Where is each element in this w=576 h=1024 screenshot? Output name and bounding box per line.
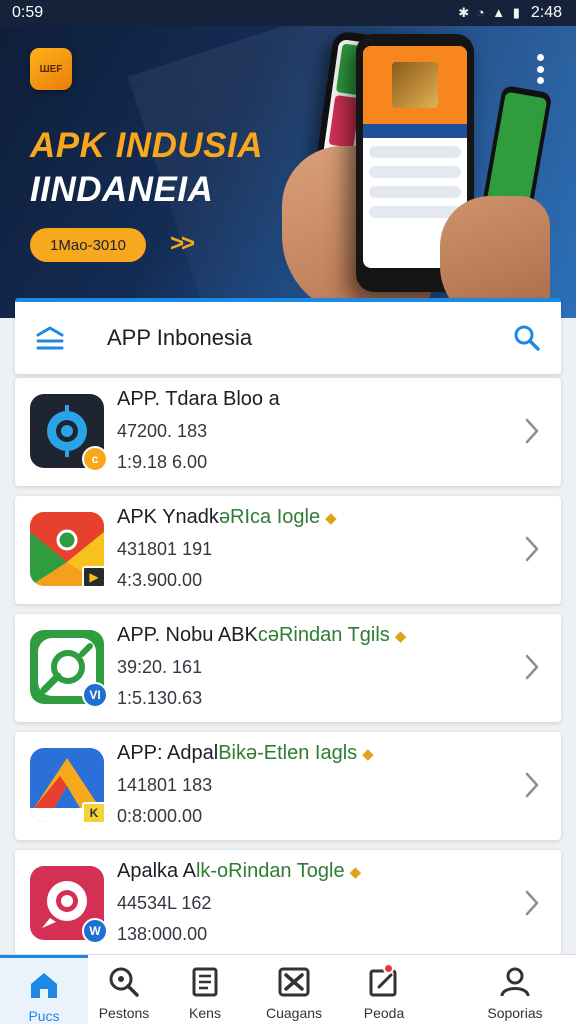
- app-stat-line-2: 1:9.18 6.00: [117, 452, 208, 472]
- app-stat-line-2: 138:000.00: [117, 924, 208, 944]
- app-badge: K: [82, 802, 106, 824]
- app-list-item[interactable]: W Apalka Alk-oRindan Togle ◆ 44534L 162 1…: [15, 850, 561, 958]
- chevron-right-icon[interactable]: [523, 534, 541, 564]
- status-right: ✱ ◔ ▲ ▮ 2:48: [458, 4, 562, 22]
- notification-dot: [383, 963, 394, 974]
- chevron-right-icon[interactable]: [523, 888, 541, 918]
- search-header: APP Inbonesia: [15, 298, 561, 374]
- status-icons: ✱ ◔ ▲ ▮: [458, 5, 522, 20]
- app-list-item[interactable]: ▶ APK YnadkəRIca Iogle ◆ 431801 191 4:3.9…: [15, 496, 561, 604]
- app-icon: c: [30, 394, 108, 472]
- app-badge: VI: [82, 682, 108, 708]
- menu-icon[interactable]: [35, 324, 65, 352]
- home-icon: [31, 973, 57, 998]
- search-icon: [109, 967, 139, 997]
- nav-item-home[interactable]: Pucs: [0, 955, 88, 1024]
- banner-subtitle: IINDANEIA: [30, 170, 214, 209]
- nav-label: Peoda: [363, 1005, 405, 1021]
- app-name: APP. Tdara Bloo a: [117, 388, 280, 410]
- banner-arrows-icon[interactable]: >>: [170, 230, 195, 258]
- app-name: Apalka Alk-oRindan Togle ◆: [117, 860, 362, 882]
- app-stat-line-1: 431801 191: [117, 539, 213, 559]
- header-title: APP Inbonesia: [107, 325, 253, 350]
- app-stat-line-1: 44534L 162: [117, 893, 212, 913]
- verified-icon: ◆: [362, 746, 374, 763]
- app-list-item[interactable]: c APP. Tdara Bloo a 47200. 183 1:9.18 6.…: [15, 378, 561, 486]
- app-name: APP: AdpalBikə-Etlen Iagls ◆: [117, 742, 374, 764]
- nav-item-tools[interactable]: Cuagans: [254, 955, 334, 1024]
- verified-icon: ◆: [349, 864, 362, 881]
- status-bar: 0:59 ✱ ◔ ▲ ▮ 2:48: [0, 0, 576, 26]
- nav-item-list[interactable]: Kens: [168, 955, 242, 1024]
- chevron-right-icon[interactable]: [523, 770, 541, 800]
- app-stat-line-2: 4:3.900.00: [117, 570, 203, 590]
- app-stat-line-2: 1:5.130.63: [117, 688, 203, 708]
- app-name: APP. Nobu ABKcəRindan Tgils ◆: [117, 624, 407, 646]
- nav-item-search[interactable]: Pestons: [88, 955, 160, 1024]
- tools-icon: [278, 967, 310, 997]
- verified-icon: ◆: [325, 510, 337, 527]
- person-icon: [500, 967, 530, 997]
- app-list-item[interactable]: K APP: AdpalBikə-Etlen Iagls ◆ 141801 183…: [15, 732, 561, 840]
- app-logo: ШЕF: [30, 48, 72, 90]
- status-time-right: 2:48: [530, 4, 562, 21]
- app-icon: K: [30, 748, 106, 824]
- verified-icon: ◆: [394, 628, 407, 645]
- nav-label: Pestons: [98, 1005, 150, 1021]
- app-stat-line-1: 141801 183: [117, 775, 213, 795]
- app-stat-line-1: 47200. 183: [117, 421, 208, 441]
- chevron-right-icon[interactable]: [523, 652, 541, 682]
- app-badge: c: [82, 446, 108, 472]
- nav-label: Kens: [189, 1005, 221, 1021]
- promo-banner[interactable]: ШЕF APK INDUSIA IINDANEIA 1Mao-3010 >>: [0, 26, 576, 318]
- app-icon: VI: [30, 630, 108, 708]
- bottom-navigation: Pucs Pestons Kens Cuagans Peoda Soporias: [0, 954, 576, 1024]
- status-time-left: 0:59: [12, 4, 44, 21]
- search-icon[interactable]: [513, 324, 541, 352]
- banner-date-pill[interactable]: 1Mao-3010: [30, 228, 146, 262]
- nav-label: Soporias: [487, 1005, 543, 1021]
- app-name: APK YnadkəRIca Iogle ◆: [117, 506, 337, 528]
- chevron-right-icon[interactable]: [523, 416, 541, 446]
- app-list-item[interactable]: VI APP. Nobu ABKcəRindan Tgils ◆ 39:20. 1…: [15, 614, 561, 722]
- app-stat-line-2: 0:8:000.00: [117, 806, 203, 826]
- app-badge: ▶: [82, 566, 106, 588]
- app-icon: W: [30, 866, 108, 944]
- nav-label: Pucs: [28, 1008, 60, 1024]
- app-icon: ▶: [30, 512, 106, 588]
- app-stat-line-1: 39:20. 161: [117, 657, 203, 677]
- more-options-icon[interactable]: [534, 54, 546, 84]
- app-badge: W: [82, 918, 108, 944]
- nav-item-profile[interactable]: Soporias: [474, 955, 556, 1024]
- nav-item-edit[interactable]: Peoda: [344, 955, 424, 1024]
- banner-title: APK INDUSIA: [30, 126, 264, 165]
- nav-label: Cuagans: [265, 1005, 323, 1021]
- list-icon: [192, 967, 218, 997]
